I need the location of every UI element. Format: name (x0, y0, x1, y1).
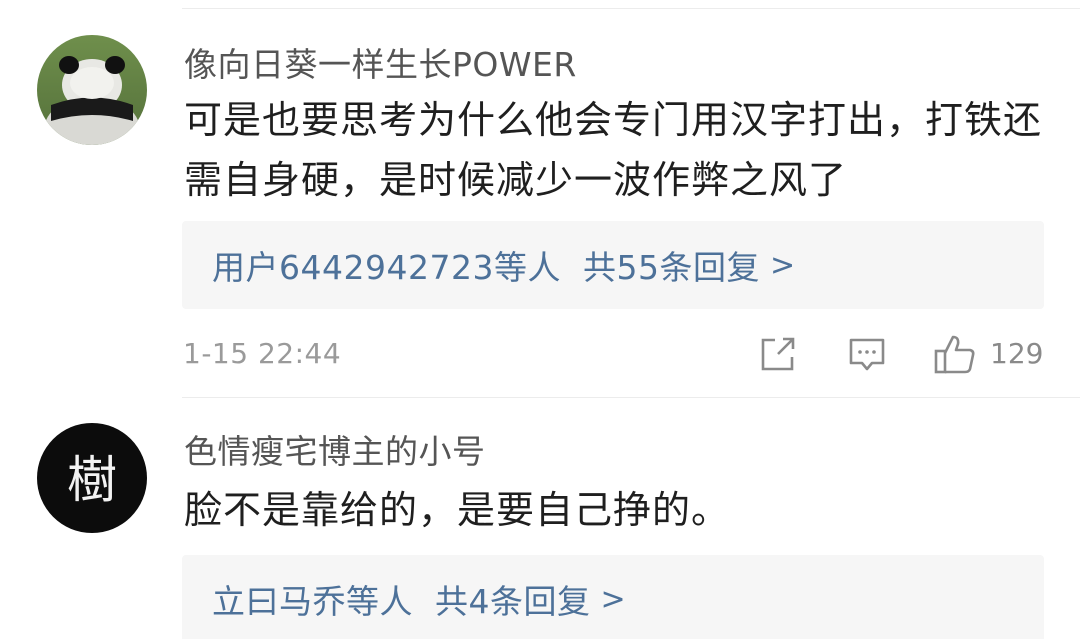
calligraphy-avatar-icon: 樹 (37, 423, 147, 533)
share-icon[interactable] (758, 334, 798, 374)
user-avatar[interactable]: 樹 (37, 423, 147, 533)
chevron-right-icon: > (600, 581, 627, 617)
reply-summary[interactable]: 立曰马乔等人 共4条回复 > (182, 555, 1044, 639)
comment-feed: 像向日葵一样生长POWER 可是也要思考为什么他会专门用汉字打出，打铁还需自身硬… (0, 0, 1080, 639)
reply-count-link[interactable]: 共55条回复 (583, 241, 760, 289)
username[interactable]: 像向日葵一样生长POWER (184, 38, 577, 86)
comment-icon[interactable] (847, 334, 887, 374)
comment-item: 樹 色情瘦宅博主的小号 脸不是靠给的，是要自己挣的。 立曰马乔等人 共4条回复 … (0, 398, 1080, 639)
reply-count-link[interactable]: 共4条回复 (435, 575, 591, 623)
user-avatar[interactable] (37, 35, 147, 145)
comment-actions: 1-15 22:44 129 (0, 326, 1080, 382)
reply-users-link[interactable]: 用户6442942723等人 (212, 241, 561, 289)
like-count: 129 (990, 337, 1044, 370)
thumbs-up-icon[interactable] (933, 332, 977, 376)
timestamp: 1-15 22:44 (183, 337, 342, 370)
comment-text: 可是也要思考为什么他会专门用汉字打出，打铁还需自身硬，是时候减少一波作弊之风了 (184, 98, 1043, 202)
chevron-right-icon: > (769, 247, 796, 283)
comment-text: 脸不是靠给的，是要自己挣的。 (184, 488, 731, 532)
username[interactable]: 色情瘦宅博主的小号 (184, 425, 486, 473)
reply-summary[interactable]: 用户6442942723等人 共55条回复 > (182, 221, 1044, 309)
avatar-glyph: 樹 (67, 451, 117, 509)
comment-item: 像向日葵一样生长POWER 可是也要思考为什么他会专门用汉字打出，打铁还需自身硬… (0, 0, 1080, 398)
panda-avatar-icon (37, 35, 147, 145)
reply-users-link[interactable]: 立曰马乔等人 (212, 575, 413, 623)
